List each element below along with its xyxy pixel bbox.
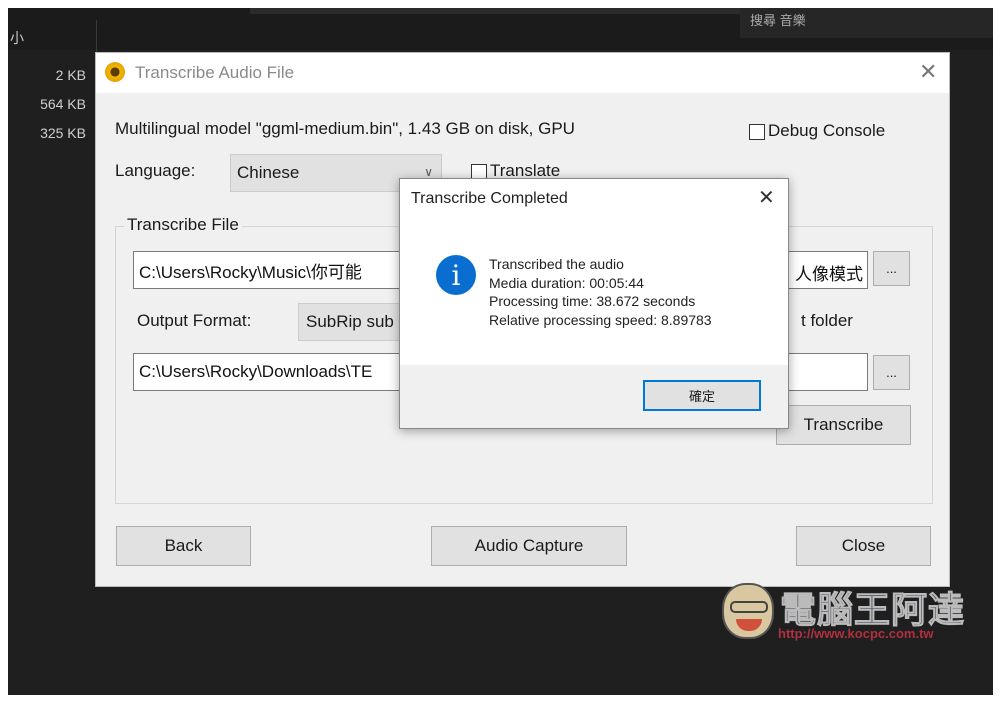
close-button[interactable]: Close <box>796 526 931 566</box>
output-path-text: C:\Users\Rocky\Downloads\TE <box>139 362 373 381</box>
info-icon: i <box>436 255 476 295</box>
model-info: Multilingual model "ggml-medium.bin", 1.… <box>115 119 575 138</box>
input-path-text: C:\Users\Rocky\Music\你可能 <box>139 262 362 282</box>
audio-capture-button[interactable]: Audio Capture <box>431 526 627 566</box>
output-format-select[interactable]: SubRip sub <box>298 303 408 341</box>
language-label: Language: <box>115 161 196 180</box>
watermark-logo: 電腦王阿達 http://www.kocpc.com.tw <box>718 577 978 647</box>
output-format-label: Output Format: <box>137 311 252 330</box>
transcribe-button[interactable]: Transcribe <box>776 405 911 445</box>
file-size: 564 KB <box>40 96 86 112</box>
watermark-url: http://www.kocpc.com.tw <box>778 626 934 641</box>
transcribe-completed-messagebox: Transcribe Completed ✕ i Transcribed the… <box>399 178 789 429</box>
input-path-tail: 人像模式 <box>795 265 863 284</box>
back-button[interactable]: Back <box>116 526 251 566</box>
messagebox-title: Transcribe Completed <box>411 190 568 207</box>
app-sunflower-icon <box>105 62 125 82</box>
message-line: Media duration: 00:05:44 <box>489 274 644 291</box>
browse-output-button[interactable]: ... <box>873 355 910 390</box>
background-search-text: 搜尋 音樂 <box>750 13 806 28</box>
message-line: Processing time: 38.672 seconds <box>489 293 696 309</box>
ok-button[interactable]: 確定 <box>643 380 761 411</box>
file-size: 325 KB <box>40 125 86 141</box>
output-folder-label: t folder <box>801 311 853 330</box>
language-value: Chinese <box>237 163 300 182</box>
message-text: Transcribed the audio Media duration: 00… <box>489 255 712 329</box>
message-line: Transcribed the audio <box>489 256 624 272</box>
dialog-title: Transcribe Audio File <box>135 63 295 82</box>
chevron-down-icon: ∨ <box>424 165 433 179</box>
close-icon[interactable]: ✕ <box>919 59 937 85</box>
message-line: Relative processing speed: 8.89783 <box>489 311 712 328</box>
mascot-face-icon <box>722 583 774 639</box>
debug-console-label: Debug Console <box>768 121 886 140</box>
browse-input-button[interactable]: ... <box>873 251 910 286</box>
background-tab <box>250 8 740 14</box>
close-icon[interactable]: ✕ <box>758 185 775 210</box>
title-bar: Transcribe Audio File ✕ <box>96 53 949 93</box>
background-right-panel: 搜尋 音樂 <box>740 8 993 38</box>
group-title: Transcribe File <box>124 215 242 235</box>
column-header-size: 小 <box>10 30 24 46</box>
file-size: 2 KB <box>55 67 86 83</box>
messagebox-footer: 確定 <box>400 365 788 428</box>
checkbox-box[interactable] <box>749 123 765 140</box>
debug-console-checkbox[interactable]: Debug Console <box>749 121 885 141</box>
